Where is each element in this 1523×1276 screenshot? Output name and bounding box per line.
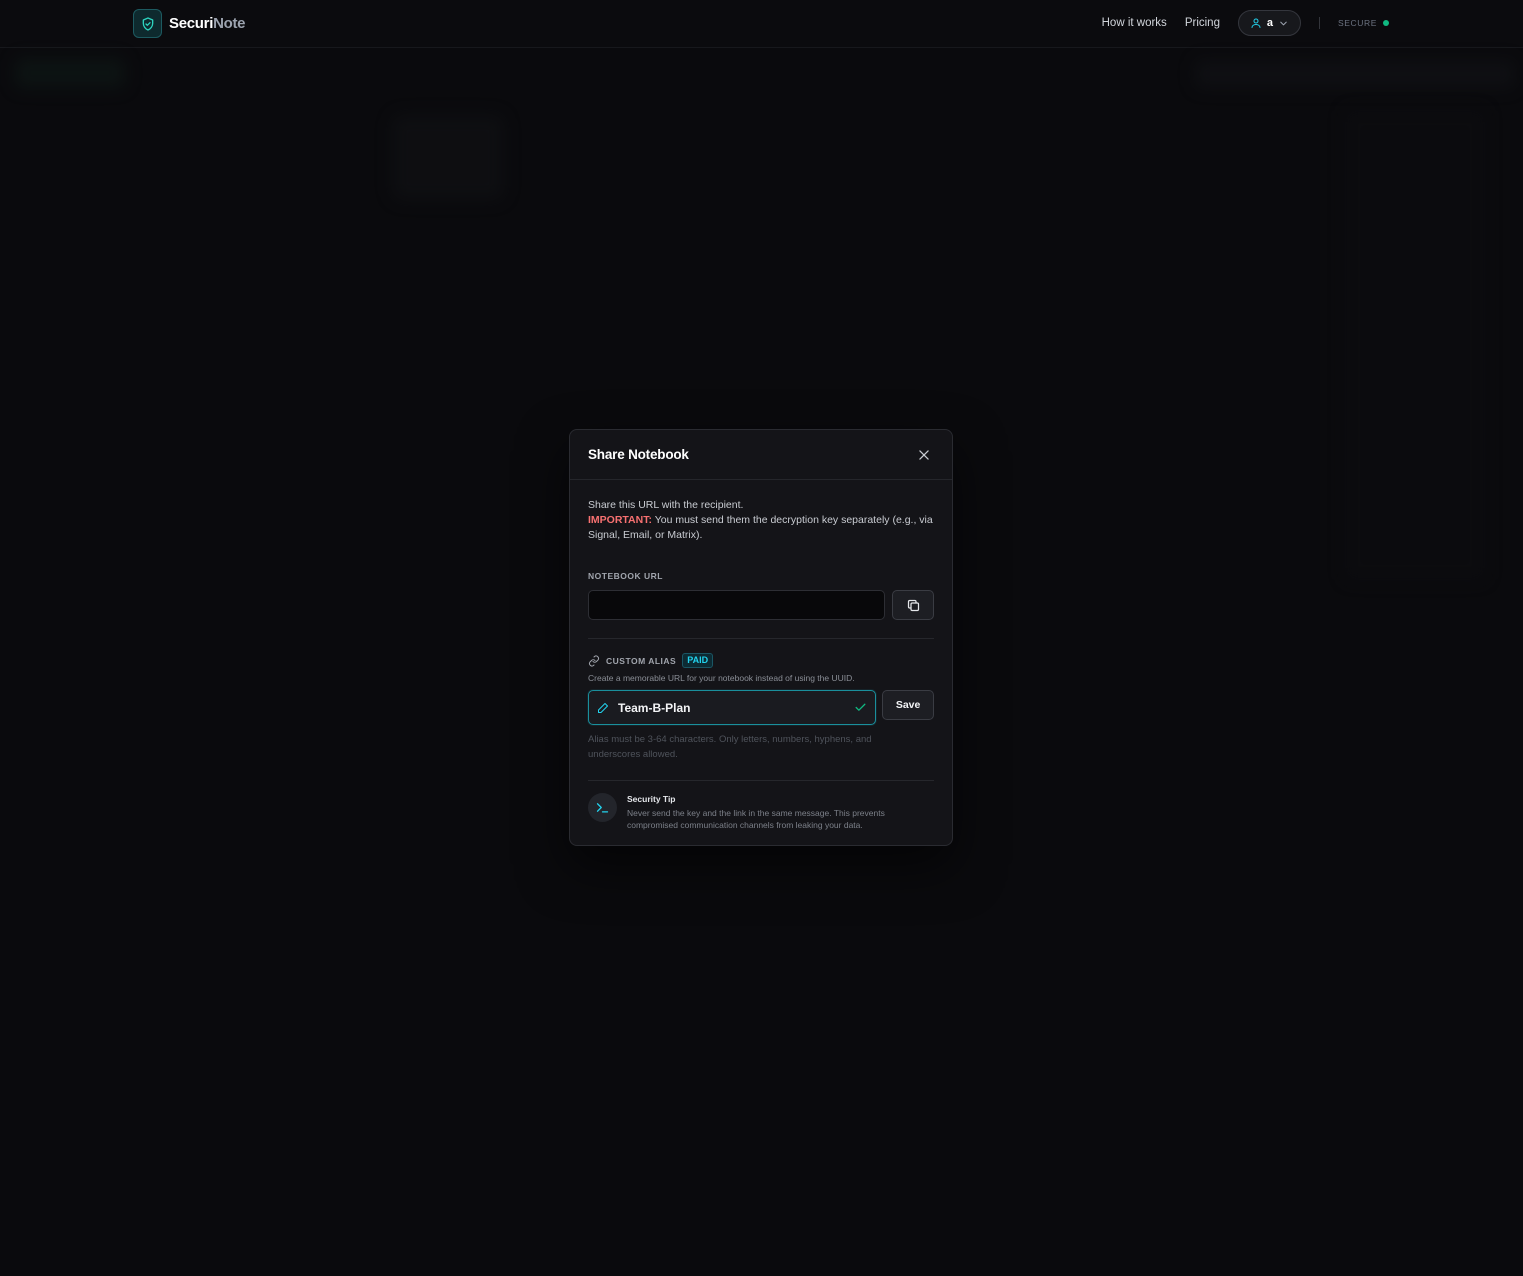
secure-status-label: SECURE [1337, 18, 1377, 28]
nav-menu: How it works Pricing a SECURE [1102, 10, 1389, 36]
link-icon [589, 655, 599, 666]
security-tip-content: Security Tip Never send the key and the … [627, 793, 927, 831]
check-icon [855, 703, 866, 711]
custom-alias-field[interactable] [588, 690, 877, 725]
shield-icon [133, 9, 162, 38]
section-divider [588, 638, 934, 639]
security-tip-title: Security Tip [627, 794, 676, 804]
custom-alias-row: Save [588, 690, 934, 725]
chevron-down-icon [1280, 21, 1287, 25]
copy-url-button[interactable] [892, 590, 934, 620]
background-blur-card [392, 115, 504, 200]
user-icon [1251, 18, 1261, 28]
notebook-url-label: NOTEBOOK URL [588, 571, 663, 581]
brand-logo-link[interactable]: SecuriNote [133, 9, 246, 38]
nav-link-pricing[interactable]: Pricing [1185, 17, 1220, 29]
background-blur-right [1195, 60, 1515, 88]
security-tip: Security Tip Never send the key and the … [588, 793, 934, 831]
nav-link-how-it-works[interactable]: How it works [1102, 17, 1167, 29]
terminal-icon [588, 793, 617, 822]
important-label: IMPORTANT: [588, 514, 652, 526]
nav-divider [1318, 17, 1320, 29]
secure-status-dot [1383, 20, 1389, 26]
pencil-icon [598, 702, 608, 713]
save-alias-button[interactable]: Save [882, 690, 934, 720]
alias-rule-text: Alias must be 3-64 characters. Only lett… [588, 734, 872, 760]
top-navbar: SecuriNote How it works Pricing a SECURE [0, 0, 1523, 48]
share-instructions: Share this URL with the recipient. IMPOR… [588, 498, 934, 543]
secure-status: SECURE [1338, 18, 1389, 28]
paid-badge: PAID [682, 653, 714, 668]
dialog-title: Share Notebook [588, 447, 689, 462]
close-button[interactable] [914, 445, 934, 465]
dialog-header: Share Notebook [570, 430, 952, 480]
intro-line: Share this URL with the recipient. [588, 499, 744, 511]
section-divider [588, 780, 934, 781]
close-icon [919, 449, 929, 460]
custom-alias-input[interactable] [618, 700, 855, 715]
share-notebook-dialog: Share Notebook Share this URL with the r… [569, 429, 953, 846]
security-tip-text: Never send the key and the link in the s… [627, 808, 885, 830]
user-menu-button[interactable]: a [1237, 10, 1301, 36]
notebook-url-row [588, 590, 934, 620]
custom-alias-help: Create a memorable URL for your notebook… [588, 673, 855, 683]
brand-name: SecuriNote [169, 15, 246, 32]
user-initial: a [1266, 17, 1274, 29]
background-blur-left [15, 58, 125, 88]
notebook-url-input[interactable] [588, 590, 886, 620]
copy-icon [907, 599, 919, 611]
background-blur-column [1345, 110, 1485, 580]
dialog-body: Share this URL with the recipient. IMPOR… [570, 480, 952, 831]
custom-alias-label: CUSTOM ALIAS [606, 655, 677, 666]
custom-alias-header: CUSTOM ALIAS PAID [588, 653, 934, 668]
